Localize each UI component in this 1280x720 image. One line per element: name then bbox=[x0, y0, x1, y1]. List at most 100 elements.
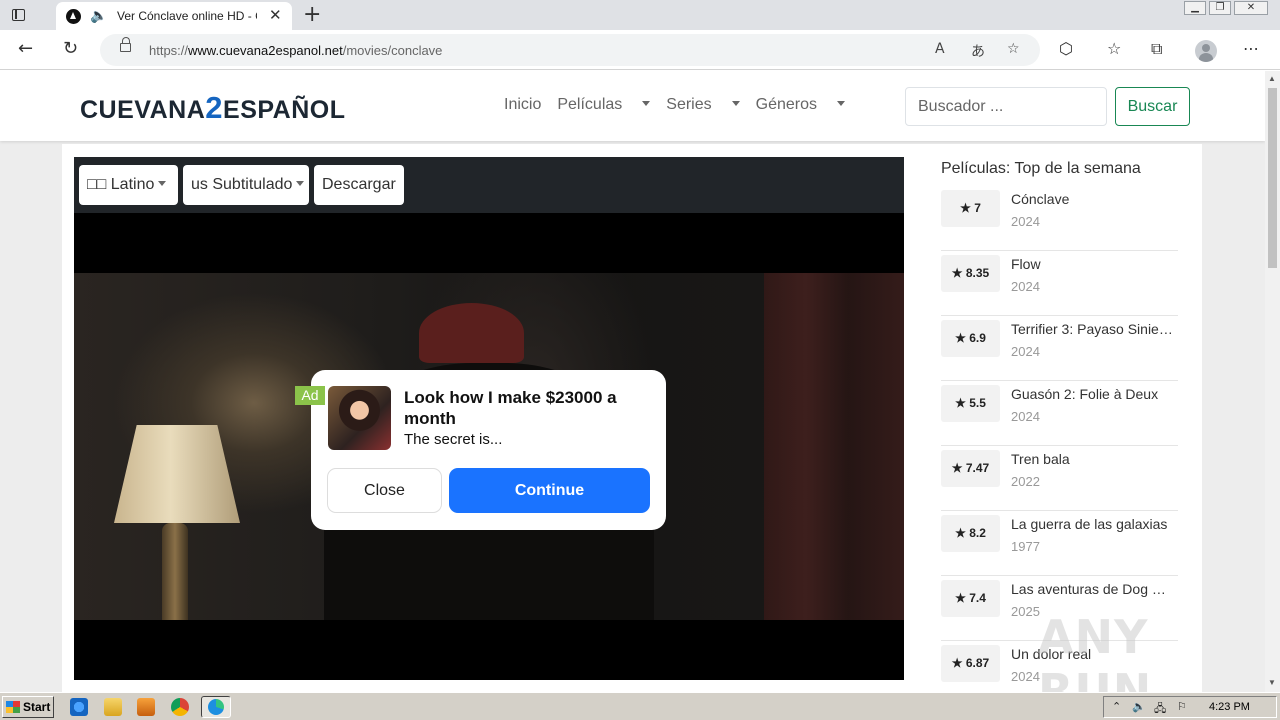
top-movie-item[interactable]: ★ 8.2 La guerra de las galaxias 1977 bbox=[941, 511, 1178, 576]
scene-curtain bbox=[764, 273, 904, 620]
lock-icon[interactable] bbox=[120, 37, 131, 52]
address-bar[interactable]: https://www.cuevana2espanol.net/movies/c… bbox=[100, 34, 1040, 66]
network-icon[interactable]: 🖧 bbox=[1154, 700, 1166, 719]
media-player-icon[interactable] bbox=[137, 698, 155, 716]
extensions-icon[interactable]: ⬡ bbox=[1059, 39, 1073, 58]
action-center-flag-icon[interactable]: ⚐ bbox=[1177, 700, 1187, 713]
player-toolbar: □□ Latino us Subtitulado Descargar bbox=[74, 157, 904, 213]
url-text[interactable]: https://www.cuevana2espanol.net/movies/c… bbox=[149, 43, 442, 58]
browser-toolbar: ← ↻ https://www.cuevana2espanol.net/movi… bbox=[0, 30, 1280, 70]
rating-badge: ★ 7.4 bbox=[941, 580, 1000, 617]
search-input[interactable] bbox=[905, 87, 1107, 126]
movie-year: 1977 bbox=[1011, 539, 1040, 554]
ie-icon[interactable] bbox=[70, 698, 88, 716]
rating-badge: ★ 7.47 bbox=[941, 450, 1000, 487]
movie-title[interactable]: Terrifier 3: Payaso Siniestro bbox=[1011, 321, 1176, 337]
tab-title: Ver Cónclave online HD - Cuevana bbox=[117, 9, 257, 23]
taskbar-clock[interactable]: 4:23 PM bbox=[1209, 701, 1250, 713]
collections-icon[interactable]: ⧉ bbox=[1151, 39, 1162, 59]
ad-badge: Ad bbox=[295, 386, 325, 405]
movie-title[interactable]: Tren bala bbox=[1011, 451, 1176, 467]
chrome-icon[interactable] bbox=[171, 698, 189, 716]
read-aloud-icon[interactable]: A bbox=[935, 41, 945, 57]
scroll-up-icon[interactable]: ▲ bbox=[1268, 74, 1276, 83]
rating-badge: ★ 8.35 bbox=[941, 255, 1000, 292]
anyrun-watermark: ANY RUN bbox=[1038, 610, 1153, 692]
window-close-icon[interactable]: ✕ bbox=[1234, 1, 1268, 15]
movie-year: 2024 bbox=[1011, 669, 1040, 684]
audio-playing-icon[interactable]: 🔈 bbox=[90, 8, 107, 24]
rating-badge: ★ 6.9 bbox=[941, 320, 1000, 357]
start-button[interactable]: Start bbox=[2, 696, 54, 718]
subtitle-dropdown[interactable]: us Subtitulado bbox=[183, 165, 309, 205]
site-header: CUEVANA2ESPAÑOL Inicio Películas Series … bbox=[0, 71, 1265, 141]
ad-popup: Ad Look how I make $23000 a month The se… bbox=[295, 370, 666, 530]
tab-close-icon[interactable]: ✕ bbox=[269, 6, 282, 24]
edge-taskbar-button[interactable] bbox=[201, 696, 231, 718]
rating-badge: ★ 7 bbox=[941, 190, 1000, 227]
nav-peliculas[interactable]: Películas bbox=[557, 96, 650, 114]
scroll-down-icon[interactable]: ▼ bbox=[1268, 678, 1276, 687]
top-movie-item[interactable]: ★ 7 Cónclave 2024 bbox=[941, 186, 1178, 251]
taskbar: Start ⌃ 🔈 🖧 ⚐ 4:23 PM bbox=[0, 692, 1280, 720]
new-tab-icon[interactable]: + bbox=[303, 2, 321, 28]
browser-tab[interactable]: 🔈 Ver Cónclave online HD - Cuevana ✕ bbox=[56, 2, 292, 30]
main-content: □□ Latino us Subtitulado Descargar Ad Lo… bbox=[62, 144, 1202, 692]
nav-series[interactable]: Series bbox=[666, 96, 739, 114]
nav-generos[interactable]: Géneros bbox=[756, 96, 845, 114]
translate-icon[interactable]: あ bbox=[971, 41, 985, 61]
restore-icon[interactable]: ❐ bbox=[1209, 1, 1231, 15]
movie-title[interactable]: La guerra de las galaxias bbox=[1011, 516, 1176, 532]
movie-title[interactable]: Flow bbox=[1011, 256, 1176, 272]
scene-lamp-shade bbox=[114, 425, 240, 523]
tab-actions-icon[interactable] bbox=[10, 6, 28, 24]
rating-badge: ★ 6.87 bbox=[941, 645, 1000, 682]
top-movie-item[interactable]: ★ 7.47 Tren bala 2022 bbox=[941, 446, 1178, 511]
movie-year: 2025 bbox=[1011, 604, 1040, 619]
top-movie-item[interactable]: ★ 6.9 Terrifier 3: Payaso Siniestro 2024 bbox=[941, 316, 1178, 381]
explorer-folder-icon[interactable] bbox=[104, 698, 122, 716]
reload-icon[interactable]: ↻ bbox=[63, 38, 78, 59]
movie-year: 2024 bbox=[1011, 214, 1040, 229]
movie-year: 2024 bbox=[1011, 344, 1040, 359]
volume-icon[interactable]: 🔈 bbox=[1132, 700, 1146, 713]
more-menu-icon[interactable]: ⋯ bbox=[1243, 39, 1259, 58]
profile-avatar[interactable] bbox=[1195, 40, 1217, 62]
ad-continue-button[interactable]: Continue bbox=[449, 468, 650, 513]
system-tray: ⌃ 🔈 🖧 ⚐ 4:23 PM bbox=[1103, 696, 1277, 718]
favorites-icon[interactable]: ☆ bbox=[1107, 39, 1121, 58]
scroll-thumb[interactable] bbox=[1268, 88, 1277, 268]
ad-thumbnail[interactable] bbox=[328, 386, 391, 450]
top-movie-item[interactable]: ★ 8.35 Flow 2024 bbox=[941, 251, 1178, 316]
windows-logo-icon bbox=[6, 701, 20, 713]
ad-headline[interactable]: Look how I make $23000 a month bbox=[404, 387, 654, 429]
site-logo[interactable]: CUEVANA2ESPAÑOL bbox=[80, 90, 346, 126]
movie-year: 2022 bbox=[1011, 474, 1040, 489]
nav-inicio[interactable]: Inicio bbox=[504, 96, 541, 114]
movie-title[interactable]: Las aventuras de Dog Man bbox=[1011, 581, 1176, 597]
ad-subtext: The secret is... bbox=[404, 431, 503, 448]
tray-expand-icon[interactable]: ⌃ bbox=[1112, 700, 1121, 713]
site-favicon-icon bbox=[66, 9, 81, 24]
language-dropdown[interactable]: □□ Latino bbox=[79, 165, 178, 205]
main-nav: Inicio Películas Series Géneros bbox=[504, 96, 861, 114]
search-button[interactable]: Buscar bbox=[1115, 87, 1190, 126]
scene-lamp-base bbox=[162, 523, 188, 620]
back-icon[interactable]: ← bbox=[18, 38, 33, 59]
movie-year: 2024 bbox=[1011, 409, 1040, 424]
top-list-title: Películas: Top de la semana bbox=[941, 160, 1141, 177]
page-scrollbar[interactable]: ▲ ▼ bbox=[1265, 71, 1280, 692]
minimize-icon[interactable]: ▁ bbox=[1184, 1, 1206, 15]
page-viewport: CUEVANA2ESPAÑOL Inicio Películas Series … bbox=[0, 71, 1265, 692]
rating-badge: ★ 5.5 bbox=[941, 385, 1000, 422]
movie-title[interactable]: Guasón 2: Folie à Deux bbox=[1011, 386, 1176, 402]
movie-title[interactable]: Cónclave bbox=[1011, 191, 1176, 207]
rating-badge: ★ 8.2 bbox=[941, 515, 1000, 552]
add-favorite-icon[interactable]: ☆ bbox=[1007, 41, 1020, 57]
top-movie-item[interactable]: ★ 5.5 Guasón 2: Folie à Deux 2024 bbox=[941, 381, 1178, 446]
download-button[interactable]: Descargar bbox=[314, 165, 404, 205]
video-player[interactable]: □□ Latino us Subtitulado Descargar Ad Lo… bbox=[74, 157, 904, 680]
ad-close-button[interactable]: Close bbox=[327, 468, 442, 513]
browser-tab-bar: 🔈 Ver Cónclave online HD - Cuevana ✕ + ▁… bbox=[0, 0, 1280, 30]
scene-cardinal-hat bbox=[419, 303, 524, 363]
